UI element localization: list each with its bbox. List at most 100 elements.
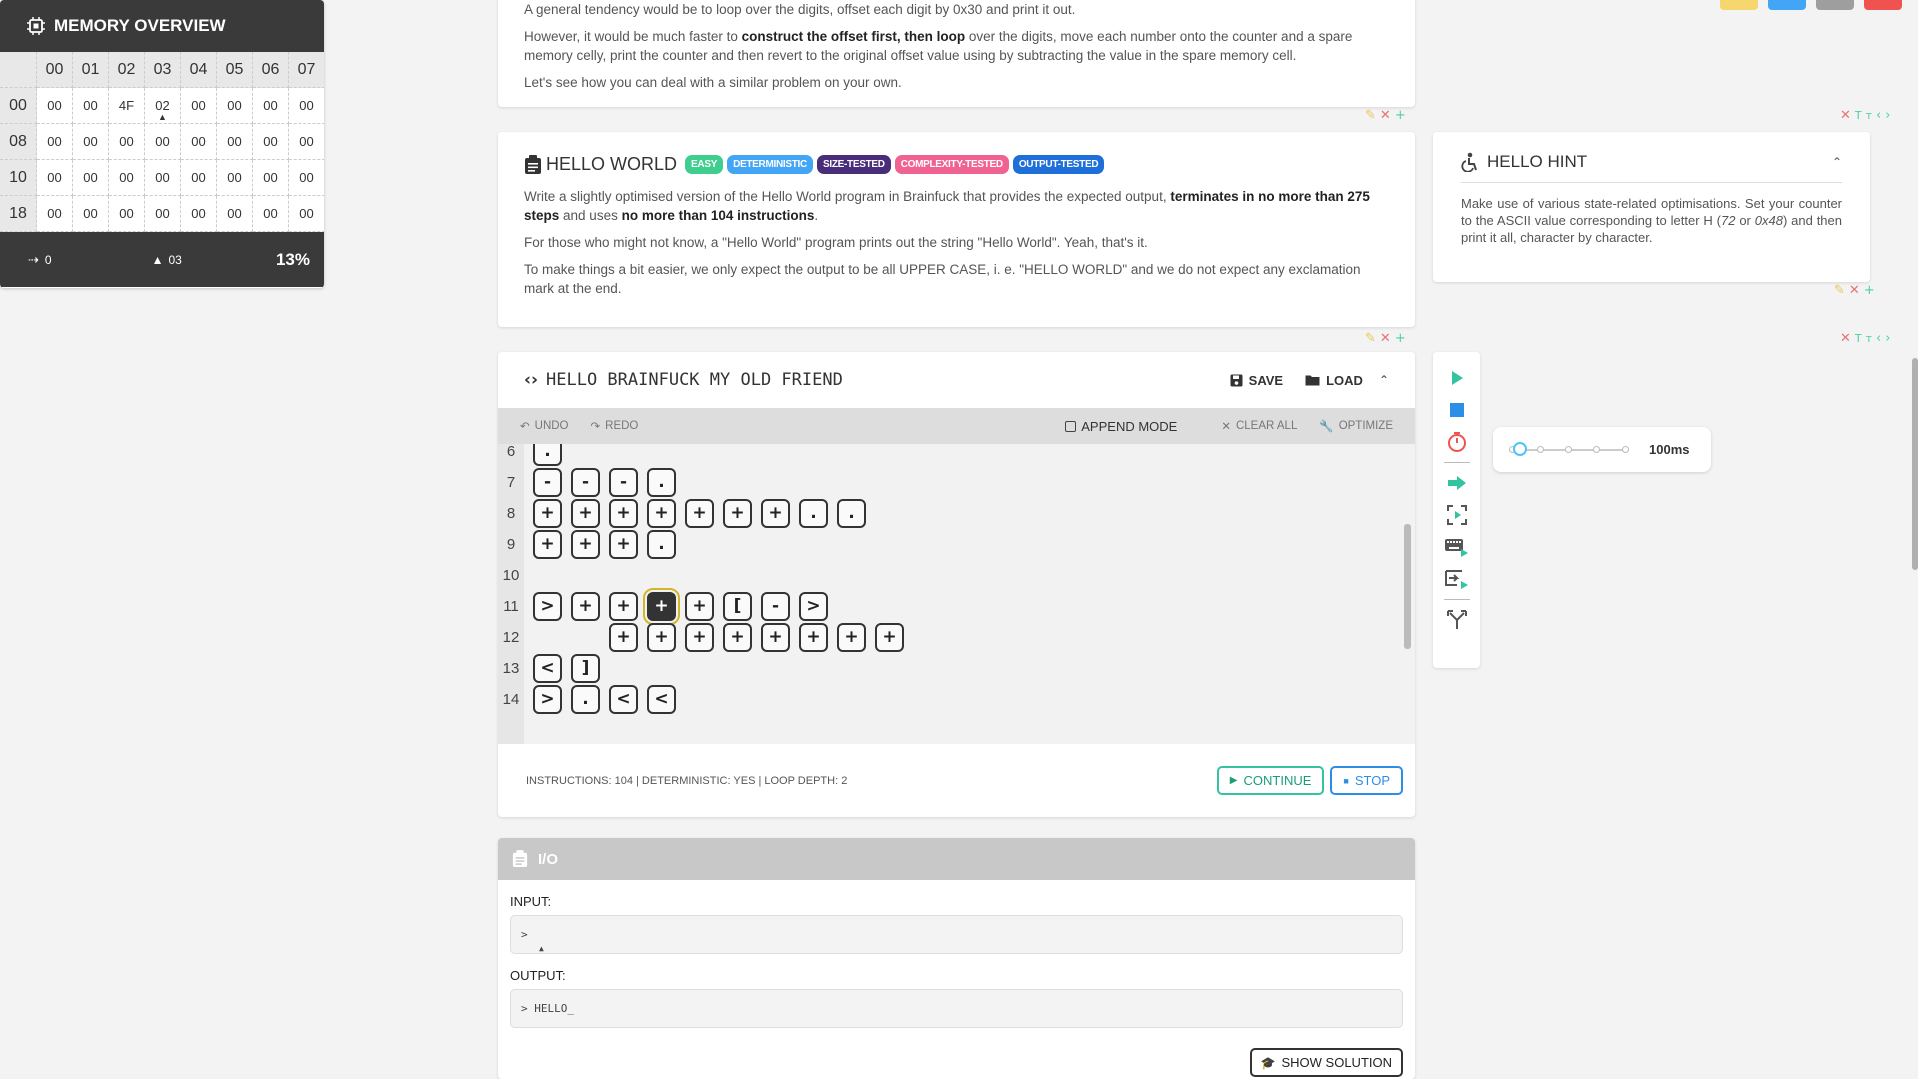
play-icon[interactable] xyxy=(1444,365,1470,391)
code-token[interactable]: > xyxy=(533,591,562,621)
keyboard-input-icon[interactable] xyxy=(1444,534,1470,560)
code-token[interactable]: + xyxy=(609,622,638,652)
redo-button[interactable]: ↷ REDO xyxy=(591,419,639,433)
memory-cell: 00 xyxy=(109,160,145,196)
code-token[interactable]: + xyxy=(533,529,562,559)
code-token[interactable]: < xyxy=(533,653,562,683)
code-token[interactable]: < xyxy=(647,684,676,714)
code-token[interactable]: + xyxy=(533,498,562,528)
code-token[interactable]: - xyxy=(761,591,790,621)
code-token[interactable]: - xyxy=(533,467,562,497)
code-token[interactable]: + xyxy=(685,498,714,528)
code-token[interactable]: + xyxy=(571,529,600,559)
code-token[interactable]: + xyxy=(837,622,866,652)
intro-card-controls[interactable]: ✎✕+ xyxy=(1365,108,1410,123)
chevron-up-icon[interactable]: ⌃ xyxy=(1379,373,1389,387)
save-button[interactable]: SAVE xyxy=(1230,373,1283,388)
code-token[interactable]: . xyxy=(837,498,866,528)
code-token[interactable]: [ xyxy=(723,591,752,621)
memory-cell: 00 xyxy=(37,160,73,196)
floppy-icon xyxy=(1230,374,1243,386)
code-token[interactable]: < xyxy=(609,684,638,714)
code-token[interactable]: ] xyxy=(571,653,600,683)
code-line: 9 + + +. xyxy=(498,525,676,563)
memory-row-header: 08 xyxy=(0,124,37,160)
step-forward-icon[interactable] xyxy=(1444,470,1470,496)
code-token[interactable]: + xyxy=(643,587,680,625)
hint-card-controls-top[interactable]: ✕Tт‹› xyxy=(1840,108,1894,123)
speed-slider-thumb[interactable] xyxy=(1513,441,1527,456)
color-swatch-blue[interactable] xyxy=(1768,0,1806,10)
optimize-button[interactable]: 🔧 OPTIMIZE xyxy=(1319,419,1393,433)
memory-cell: 00 xyxy=(145,196,181,232)
code-token[interactable]: . xyxy=(799,498,828,528)
memory-cell: 00 xyxy=(109,196,145,232)
code-token[interactable]: - xyxy=(609,467,638,497)
toolbar-divider xyxy=(1443,599,1470,600)
hint-header[interactable]: HELLO HINT ⌃ xyxy=(1461,152,1842,183)
code-token[interactable]: + xyxy=(685,622,714,652)
code-token[interactable]: + xyxy=(761,498,790,528)
hint-card-controls[interactable]: ✎✕+ xyxy=(1834,283,1879,298)
memory-col-header: 07 xyxy=(289,52,324,88)
code-token[interactable]: + xyxy=(609,529,638,559)
chip-icon xyxy=(27,17,45,35)
continue-button[interactable]: ▶ CONTINUE xyxy=(1216,766,1325,795)
intro-card: A general tendency would be to loop over… xyxy=(498,0,1415,107)
code-token[interactable]: - xyxy=(571,467,600,497)
stop-button[interactable]: ■ STOP xyxy=(1330,766,1403,795)
code-token[interactable]: + xyxy=(761,622,790,652)
code-token[interactable]: > xyxy=(799,591,828,621)
line-number: 11 xyxy=(503,597,519,615)
color-swatch-gray[interactable] xyxy=(1816,0,1854,10)
task-card-controls[interactable]: ✎✕+ xyxy=(1365,331,1410,346)
code-token[interactable]: + xyxy=(571,498,600,528)
code-token[interactable]: . xyxy=(571,684,600,714)
clear-all-button[interactable]: ✕ CLEAR ALL xyxy=(1221,419,1297,433)
focus-icon[interactable] xyxy=(1444,502,1470,528)
code-token[interactable]: + xyxy=(685,591,714,621)
speed-slider[interactable] xyxy=(1509,441,1629,456)
intro-paragraph-3: Let's see how you can deal with a simila… xyxy=(524,75,902,90)
input-field[interactable]: > ▲ xyxy=(510,915,1403,954)
code-area[interactable]: 6. 7- - -. 8 + + + + + + +.. 9 + + +. 10 11 > + + + +[- >12 + + + +… xyxy=(498,444,1415,744)
code-token[interactable]: + xyxy=(799,622,828,652)
stop-icon[interactable] xyxy=(1444,397,1470,423)
editor-title: HELLO BRAINFUCK MY OLD FRIEND xyxy=(546,370,843,390)
code-token[interactable]: + xyxy=(647,498,676,528)
task-paragraph-1: Write a slightly optimised version of th… xyxy=(524,189,1370,223)
memory-cell: 00 xyxy=(37,124,73,160)
steps-icon: ⇢ xyxy=(28,251,39,267)
color-swatch-yellow[interactable] xyxy=(1720,0,1758,10)
color-swatch-red[interactable] xyxy=(1864,0,1902,10)
load-button[interactable]: LOAD xyxy=(1305,373,1363,388)
code-token[interactable]: . xyxy=(647,529,676,559)
speed-slider-popup: 100ms xyxy=(1493,427,1711,472)
intro-paragraph-2: However, it would be much faster to cons… xyxy=(524,29,1353,63)
memory-overview-panel: MEMORY OVERVIEW 00 01 02 03 04 05 06 07 00 00 00 4F… xyxy=(0,0,324,288)
timer-icon[interactable] xyxy=(1444,429,1470,455)
code-token[interactable]: > xyxy=(533,684,562,714)
badge-output-tested: OUTPUT-TESTED xyxy=(1012,155,1105,174)
speed-value: 100ms xyxy=(1649,442,1690,457)
show-solution-button[interactable]: 🎓 SHOW SOLUTION xyxy=(1249,1048,1403,1077)
memory-cell: 00 xyxy=(217,196,253,232)
editor-scrollbar[interactable] xyxy=(1404,524,1411,649)
code-token[interactable]: + xyxy=(609,498,638,528)
code-token[interactable]: + xyxy=(875,622,904,652)
sidebar-controls[interactable]: ✕Tт‹› xyxy=(1840,331,1894,346)
task-header: HELLO WORLD EASY DETERMINISTIC SIZE-TEST… xyxy=(524,154,1389,175)
code-token[interactable]: + xyxy=(647,622,676,652)
append-mode-toggle[interactable]: APPEND MODE xyxy=(1065,419,1177,434)
code-token[interactable]: . xyxy=(647,467,676,497)
code-token[interactable]: + xyxy=(571,591,600,621)
output-icon[interactable] xyxy=(1444,566,1470,592)
code-token[interactable]: + xyxy=(723,498,752,528)
page-scrollbar[interactable] xyxy=(1912,358,1918,570)
chevron-up-icon[interactable]: ⌃ xyxy=(1832,155,1842,169)
io-panel: I/O INPUT: > ▲ OUTPUT: > HELLO_ 🎓 SHOW SOL… xyxy=(498,838,1415,1079)
undo-button[interactable]: ↶ UNDO xyxy=(520,419,569,433)
code-token[interactable]: + xyxy=(723,622,752,652)
branch-icon[interactable] xyxy=(1444,607,1470,633)
code-token[interactable]: + xyxy=(609,591,638,621)
